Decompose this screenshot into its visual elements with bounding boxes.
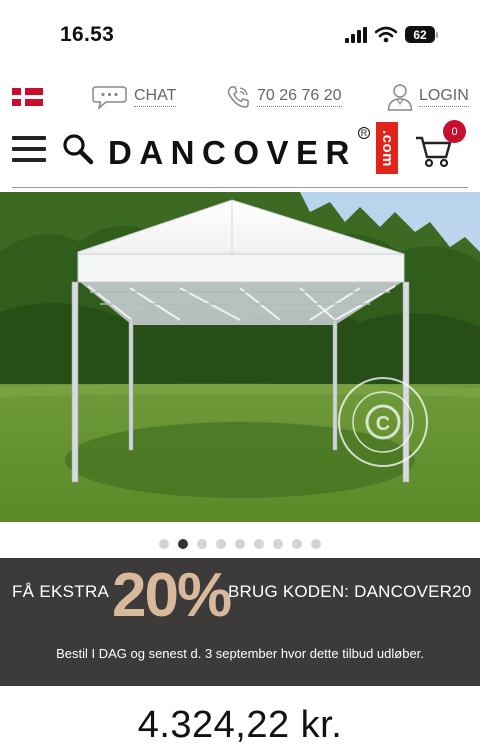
battery-cap (436, 31, 438, 38)
phone-number: 70 26 76 20 (257, 87, 342, 107)
carousel-dot[interactable] (178, 539, 188, 549)
carousel-dot[interactable] (292, 539, 302, 549)
chat-bubble-icon (92, 86, 127, 110)
carousel-dot[interactable] (216, 539, 226, 549)
danish-flag-icon[interactable] (12, 88, 43, 106)
carousel-dot[interactable] (235, 539, 245, 549)
registered-mark: R (358, 127, 370, 139)
battery-indicator: 62 (405, 26, 438, 43)
svg-text:C: C (376, 413, 390, 435)
product-price: 4.324,22 kr. (137, 704, 343, 746)
carousel-dot[interactable] (273, 539, 283, 549)
promo-deadline-text: Bestil I DAG og senest d. 3 september hv… (56, 646, 424, 661)
phone-link[interactable]: 70 26 76 20 (225, 80, 342, 114)
main-header: DANCOVER R .com 0 (0, 118, 480, 188)
phone-icon (227, 86, 249, 108)
chat-link[interactable]: CHAT (92, 80, 177, 114)
carousel-dot[interactable] (159, 539, 169, 549)
signal-icon (345, 26, 367, 43)
utility-bar: CHAT 70 26 76 20 LOGIN (0, 80, 480, 114)
promo-banner[interactable]: FÅ EKSTRA 20% BRUG KODEN: DANCOVER20 Bes… (0, 558, 480, 686)
login-label: LOGIN (419, 87, 469, 107)
login-link[interactable]: LOGIN (387, 80, 469, 114)
carousel-dot[interactable] (197, 539, 207, 549)
chat-label: CHAT (134, 87, 177, 107)
header-divider (12, 187, 468, 188)
status-icons: 62 (345, 26, 438, 43)
logo-com-label: .com (378, 129, 396, 167)
promo-code-label: BRUG KODEN: DANCOVER20 (228, 582, 472, 601)
promo-discount: 20% (112, 561, 232, 630)
carousel-dot[interactable] (254, 539, 264, 549)
logo-wordmark: DANCOVER (108, 134, 357, 171)
status-time: 16.53 (60, 23, 115, 46)
battery-level: 62 (405, 26, 435, 43)
carousel-dot[interactable] (311, 539, 321, 549)
promo-extra-label: FÅ EKSTRA (12, 582, 110, 601)
cart-count-badge: 0 (443, 120, 466, 143)
wifi-icon (375, 26, 397, 43)
user-icon (387, 84, 413, 111)
status-bar: 16.53 62 (0, 0, 480, 72)
logo-com-tag: .com (376, 122, 398, 174)
carousel-pagination (0, 539, 480, 551)
search-icon[interactable] (62, 133, 94, 165)
site-logo[interactable]: DANCOVER R .com (108, 120, 398, 174)
menu-icon[interactable] (12, 136, 46, 162)
product-image[interactable]: C (0, 192, 480, 522)
